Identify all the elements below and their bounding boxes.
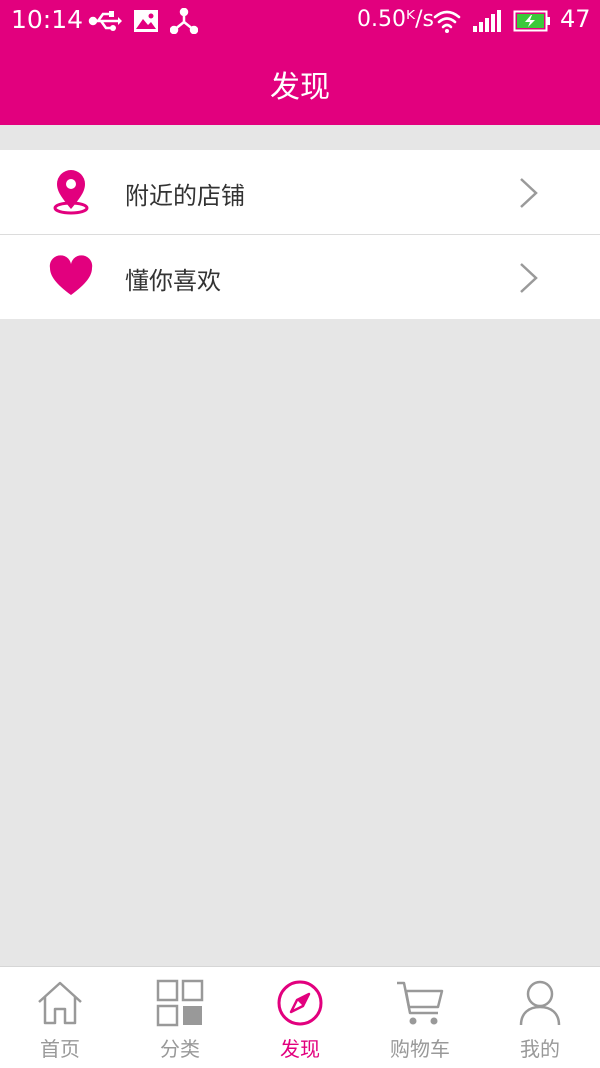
chevron-right-icon [520, 263, 538, 293]
tab-profile[interactable]: 我的 [480, 967, 600, 1068]
page-title: 发现 [270, 70, 330, 105]
home-icon [38, 981, 82, 1025]
tab-cart[interactable]: 购物车 [360, 967, 480, 1068]
usb-icon [88, 11, 122, 31]
battery-charging-icon [513, 10, 550, 32]
share-icon [170, 8, 198, 34]
menu-item-label: 懂你喜欢 [125, 267, 221, 295]
tab-label: 分类 [160, 1037, 200, 1061]
signal-icon [473, 10, 501, 32]
status-speed: 0.50ᴷ/s [357, 7, 434, 32]
status-battery-level: 47 [560, 5, 591, 33]
bottom-tab-bar: 首页 分类 发现 购物车 我的 [0, 966, 600, 1068]
location-pin-icon [53, 170, 89, 215]
compass-icon [277, 980, 323, 1026]
wifi-icon [433, 10, 461, 33]
tab-label: 首页 [40, 1037, 80, 1061]
status-bar: 10:14 0.50ᴷ/s 47 [0, 0, 600, 44]
menu-item-label: 附近的店铺 [125, 182, 245, 210]
grid-icon [156, 979, 204, 1027]
menu-item-nearby-shops[interactable]: 附近的店铺 [0, 150, 600, 235]
status-time: 10:14 [11, 5, 84, 34]
tab-label: 发现 [280, 1037, 320, 1061]
tab-discover[interactable]: 发现 [240, 967, 360, 1068]
tab-label: 购物车 [390, 1037, 450, 1061]
discover-menu: 附近的店铺 懂你喜欢 [0, 150, 600, 319]
menu-item-guess-you-like[interactable]: 懂你喜欢 [0, 235, 600, 319]
tab-label: 我的 [520, 1037, 560, 1061]
cart-icon [397, 981, 444, 1025]
tab-home[interactable]: 首页 [0, 967, 120, 1068]
user-icon [519, 980, 561, 1026]
image-icon [134, 10, 158, 32]
chevron-right-icon [520, 178, 538, 208]
heart-icon [49, 255, 93, 295]
app-header: 10:14 0.50ᴷ/s 47 发现 [0, 0, 600, 125]
tab-category[interactable]: 分类 [120, 967, 240, 1068]
